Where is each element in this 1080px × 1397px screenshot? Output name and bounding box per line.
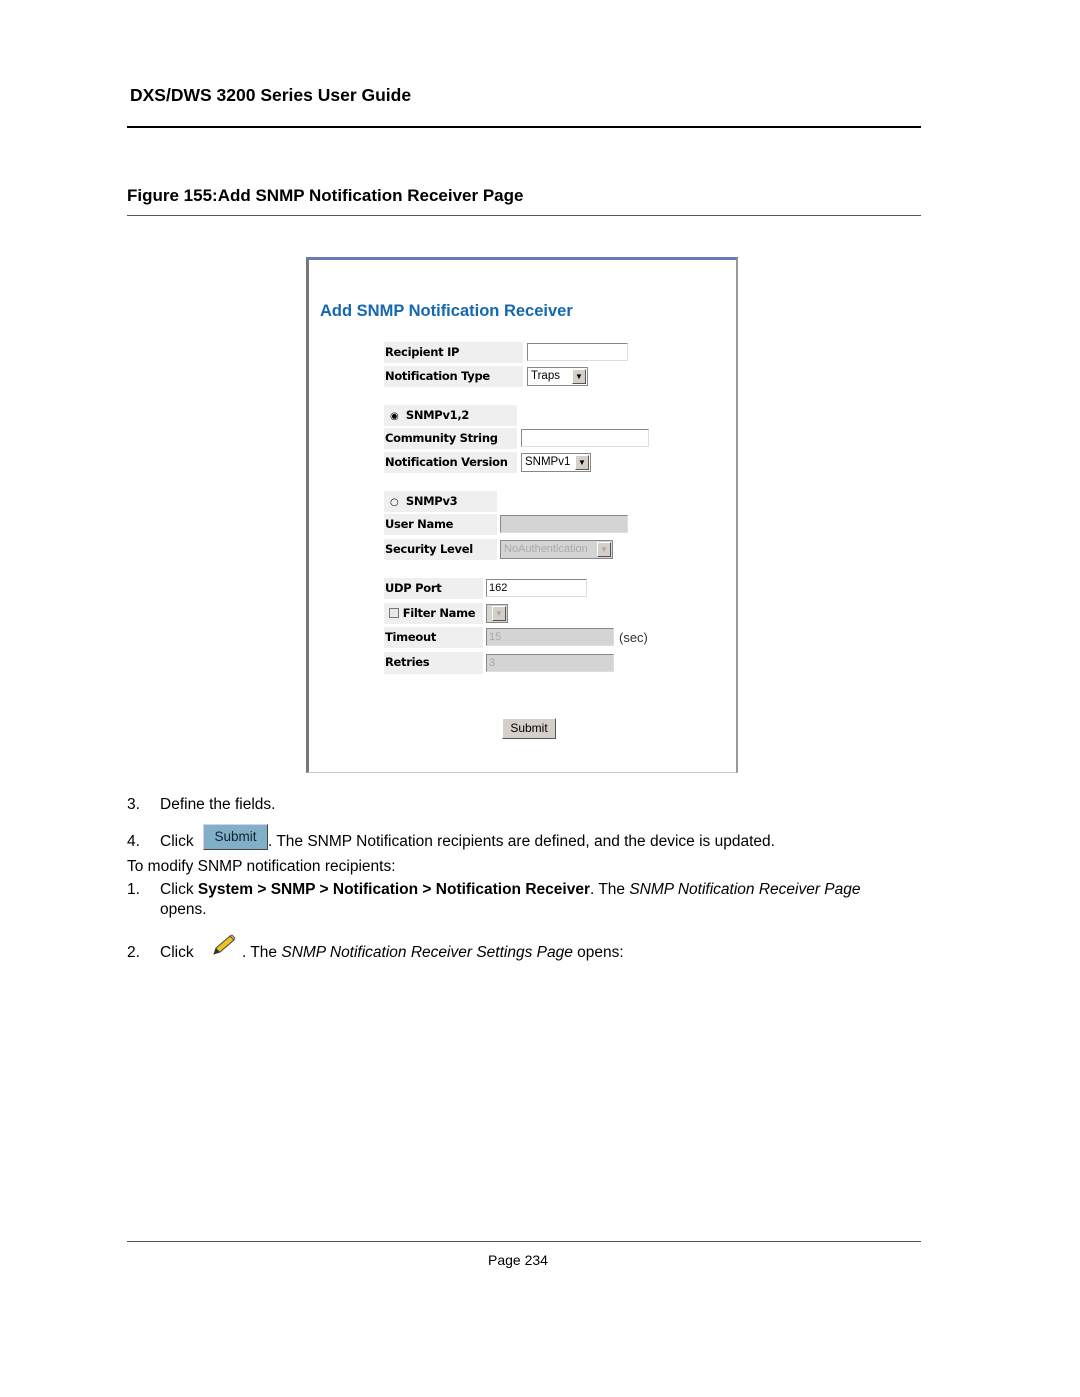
page-name: SNMP Notification Receiver Settings Page <box>281 944 573 961</box>
notification-type-select[interactable]: Traps ▼ <box>527 367 588 386</box>
chevron-down-icon: ▼ <box>492 606 506 621</box>
header-rule <box>127 126 921 128</box>
notification-version-value: SNMPv1 <box>525 456 571 468</box>
modify-step-1-opens: opens. <box>160 901 207 918</box>
checkbox-icon[interactable] <box>389 608 399 618</box>
chevron-down-icon: ▼ <box>597 542 611 557</box>
modify-step-2-number: 2. <box>127 944 140 961</box>
opens-word: opens: <box>572 944 624 961</box>
recipient-ip-input[interactable] <box>527 343 628 361</box>
retries-input[interactable]: 3 <box>486 654 614 672</box>
radio-unselected-icon[interactable]: ○ <box>390 497 399 508</box>
notification-type-value: Traps <box>531 370 560 382</box>
timeout-label: Timeout <box>384 627 483 648</box>
user-name-input[interactable] <box>500 515 628 533</box>
retries-label: Retries <box>384 652 483 674</box>
document-header: DXS/DWS 3200 Series User Guide <box>130 85 412 105</box>
the-word: . The <box>589 881 630 898</box>
step-4-text: . The SNMP Notification recipients are d… <box>268 833 775 850</box>
filter-name-select[interactable]: ▼ <box>486 604 508 623</box>
the-word: . The <box>242 944 282 961</box>
chevron-down-icon: ▼ <box>575 455 589 470</box>
user-name-label: User Name <box>384 514 497 535</box>
filter-name-option[interactable]: Filter Name <box>384 603 483 624</box>
chevron-down-icon: ▼ <box>572 369 586 384</box>
snmpv3-label: SNMPv3 <box>405 494 458 508</box>
notification-type-label: Notification Type <box>384 366 523 387</box>
timeout-unit: (sec) <box>619 630 648 645</box>
figure-caption: Figure 155:Add SNMP Notification Receive… <box>127 186 524 205</box>
pencil-icon <box>213 934 236 955</box>
caption-rule <box>127 215 921 216</box>
udp-port-label: UDP Port <box>384 578 483 599</box>
menu-path: System > SNMP > Notification > Notificat… <box>197 881 590 898</box>
community-string-label: Community String <box>384 428 517 449</box>
recipient-ip-label: Recipient IP <box>384 342 523 363</box>
step-4-number: 4. <box>127 833 140 850</box>
modify-step-2-click: Click <box>160 944 194 961</box>
snmpv12-label: SNMPv1,2 <box>405 408 470 422</box>
submit-button[interactable]: Submit <box>502 718 556 739</box>
submit-button-image: Submit <box>203 824 268 850</box>
security-level-label: Security Level <box>384 539 497 560</box>
filter-name-label: Filter Name <box>402 606 476 620</box>
modify-step-1-number: 1. <box>127 881 140 898</box>
snmpv3-option[interactable]: ○ SNMPv3 <box>384 491 497 512</box>
security-level-value: NoAuthentication <box>504 543 588 555</box>
page-number: Page 234 <box>488 1252 548 1268</box>
form-title: Add SNMP Notification Receiver <box>320 302 573 320</box>
udp-port-input[interactable]: 162 <box>486 579 587 597</box>
step-4-click: Click <box>160 833 194 850</box>
radio-selected-icon[interactable]: ◉ <box>390 411 399 422</box>
footer-rule <box>127 1241 921 1242</box>
snmpv12-option[interactable]: ◉ SNMPv1,2 <box>384 405 517 426</box>
community-string-input[interactable] <box>521 429 649 447</box>
modify-step-1: Click System > SNMP > Notification > Not… <box>160 881 861 899</box>
step-3-text: Define the fields. <box>160 796 276 813</box>
security-level-select[interactable]: NoAuthentication ▼ <box>500 540 613 559</box>
timeout-input[interactable]: 15 <box>486 628 614 646</box>
modify-intro: To modify SNMP notification recipients: <box>127 858 396 875</box>
notification-version-label: Notification Version <box>384 452 517 473</box>
modify-step-2-text: . The SNMP Notification Receiver Setting… <box>242 944 624 962</box>
click-word: Click <box>160 881 194 898</box>
step-3-number: 3. <box>127 796 140 813</box>
notification-version-select[interactable]: SNMPv1 ▼ <box>521 453 591 472</box>
page-name: SNMP Notification Receiver Page <box>629 881 861 898</box>
